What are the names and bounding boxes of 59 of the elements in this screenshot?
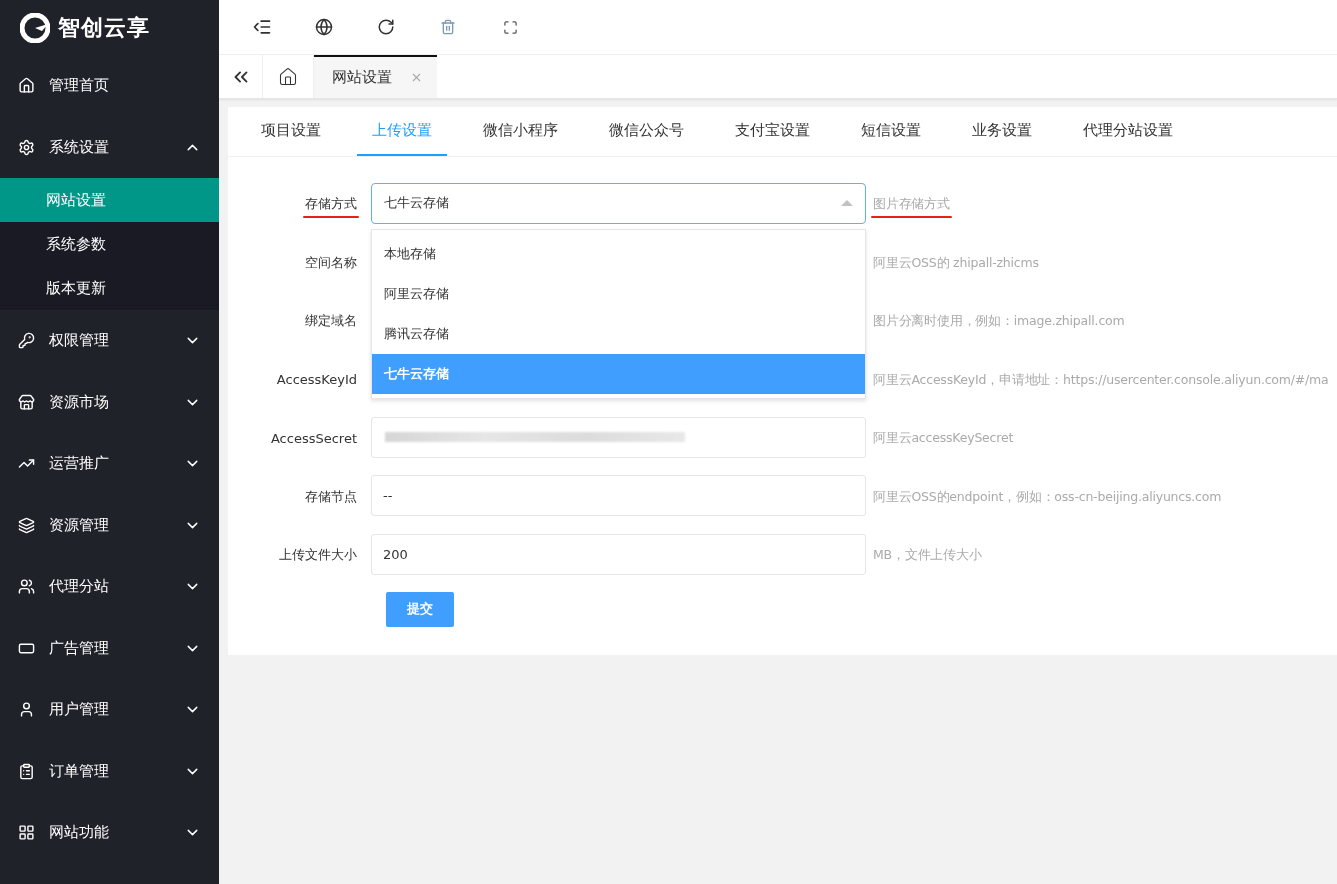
- fullscreen-icon[interactable]: [502, 19, 518, 35]
- field-label: AccessKeyId: [276, 372, 357, 388]
- sidebar-item[interactable]: 用户管理: [0, 679, 219, 741]
- sidebar-item[interactable]: 运营推广: [0, 433, 219, 495]
- collapse-menu-icon[interactable]: [252, 17, 272, 37]
- sidebar-item[interactable]: 资源管理: [0, 494, 219, 556]
- sidebar-item[interactable]: 管理首页: [0, 55, 219, 117]
- settings-tab[interactable]: 微信小程序: [468, 107, 573, 156]
- sidebar-item[interactable]: 权限管理: [0, 310, 219, 372]
- dropdown-option[interactable]: 阿里云存储: [372, 273, 865, 314]
- input-field[interactable]: --: [371, 475, 866, 517]
- select-field[interactable]: 七牛云存储: [371, 182, 866, 224]
- settings-tab[interactable]: 项目设置: [246, 107, 336, 156]
- layers-icon: [18, 516, 35, 534]
- users-icon: [18, 578, 35, 596]
- sidebar-item[interactable]: 网站功能: [0, 802, 219, 864]
- field-hint: 阿里云OSS的endpoint，例如：oss-cn-beijing.aliyuncs.com: [873, 488, 1222, 504]
- logo-icon: [20, 12, 50, 43]
- grid-icon: [18, 824, 35, 842]
- dropdown-option[interactable]: 本地存储: [372, 233, 865, 274]
- field-hint: 阿里云AccessKeyId，申请地址：https://usercenter.console.aliyun.com/#/ma: [873, 371, 1329, 387]
- home-icon[interactable]: [278, 66, 298, 87]
- field-hint: 阿里云accessKeySecret: [873, 430, 1014, 446]
- field-hint: 阿里云OSS的 zhipall-zhicms: [873, 254, 1039, 270]
- sidebar-item[interactable]: 订单管理: [0, 740, 219, 802]
- settings-tab[interactable]: 业务设置: [957, 107, 1047, 156]
- settings-tab[interactable]: 短信设置: [846, 107, 936, 156]
- field-label: 绑定域名: [305, 313, 357, 329]
- sidebar-item[interactable]: 资源市场: [0, 371, 219, 433]
- field-label: AccessSecret: [270, 430, 357, 446]
- settings-tab[interactable]: 代理分站设置: [1068, 107, 1188, 156]
- page-tab[interactable]: 网站设置: [314, 55, 437, 98]
- submenu-item[interactable]: 版本更新: [0, 266, 219, 310]
- sidebar-item[interactable]: 系统设置: [0, 116, 219, 178]
- dropdown-option[interactable]: 腾讯云存储: [372, 313, 865, 354]
- gear-icon: [18, 138, 35, 156]
- globe-icon[interactable]: [315, 18, 333, 36]
- user-icon: [18, 701, 35, 719]
- field-hint: 图片存储方式: [873, 196, 950, 212]
- settings-tab[interactable]: 支付宝设置: [720, 107, 825, 156]
- field-label: 存储节点: [305, 488, 357, 504]
- submenu-item[interactable]: 系统参数: [0, 222, 219, 266]
- settings-tab[interactable]: 微信公众号: [594, 107, 699, 156]
- field-label: 上传文件大小: [279, 547, 357, 563]
- brand-name: 智创云享: [58, 13, 150, 42]
- store-icon: [18, 393, 35, 411]
- trash-icon[interactable]: [440, 19, 456, 35]
- home-icon: [18, 77, 35, 95]
- field-label: 空间名称: [305, 254, 357, 270]
- field-hint: 图片分离时使用，例如：image.zhipall.com: [873, 313, 1125, 329]
- submenu-item[interactable]: 网站设置: [0, 178, 219, 222]
- key-icon: [18, 332, 35, 350]
- sidebar-item[interactable]: 代理分站: [0, 556, 219, 618]
- input-field[interactable]: 200: [371, 533, 866, 575]
- clipboard-icon: [18, 762, 35, 780]
- refresh-icon[interactable]: [377, 18, 395, 36]
- field-label: 存储方式: [305, 196, 357, 212]
- field-hint: MB，文件上传大小: [873, 547, 982, 563]
- sidebar-item[interactable]: 广告管理: [0, 617, 219, 679]
